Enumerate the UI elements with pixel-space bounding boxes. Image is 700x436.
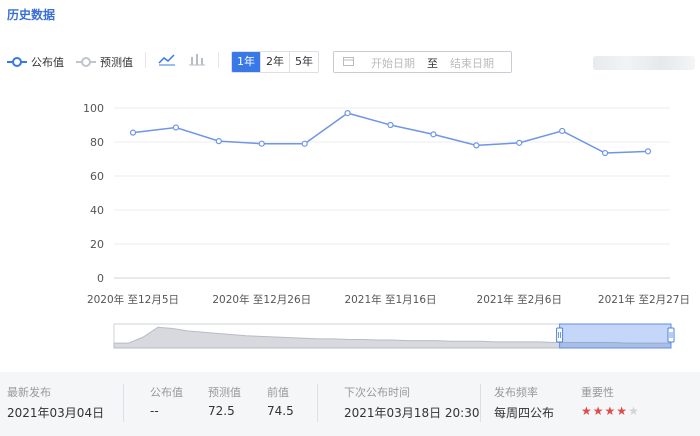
calendar-icon	[343, 57, 354, 66]
frequency-value: 每周四公布	[494, 406, 555, 420]
data-point	[644, 148, 652, 155]
actual-label: 公布值	[150, 386, 183, 399]
data-point	[344, 110, 351, 117]
legend-actual[interactable]: 公布值	[7, 54, 64, 70]
actual-value: --	[150, 404, 159, 418]
y-tick-label: 40	[90, 204, 104, 217]
navigator-handle[interactable]	[667, 327, 675, 343]
summary-footer: 最新发布 2021年03月04日 公布值 -- 预测值 72.5 前值 74.5…	[0, 372, 700, 436]
legend-actual-label: 公布值	[31, 56, 64, 69]
data-point	[473, 142, 480, 149]
line-chart-icon[interactable]	[158, 52, 176, 66]
data-point	[430, 131, 437, 138]
frequency-label: 发布频率	[494, 386, 538, 399]
forecast-value: 72.5	[208, 404, 235, 418]
star-filled-icon: ★	[592, 404, 605, 418]
range-navigator[interactable]	[113, 323, 675, 349]
page-title: 历史数据	[7, 8, 56, 22]
previous-label: 前值	[267, 386, 289, 399]
star-filled-icon: ★	[604, 404, 617, 418]
previous-value: 74.5	[267, 404, 294, 418]
data-point	[301, 140, 308, 147]
footer-divider	[317, 384, 318, 422]
next-release-label: 下次公布时间	[344, 386, 410, 399]
star-filled-icon: ★	[616, 404, 629, 418]
date-range-picker[interactable]: 开始日期 至 结束日期	[333, 51, 512, 73]
y-axis: 0 20 40 60 80 100	[83, 102, 104, 285]
footer-divider	[123, 384, 124, 422]
data-point	[516, 139, 523, 146]
latest-release-value: 2021年03月04日	[7, 406, 105, 420]
x-axis: 2020年 至12月5日 2020年 至12月26日 2021年 至1月16日 202…	[87, 293, 690, 306]
data-point	[258, 140, 265, 147]
legend-forecast-marker	[76, 57, 96, 67]
legend-actual-marker	[7, 57, 27, 67]
data-point	[215, 138, 222, 145]
x-tick-label: 2021年 至2月6日	[477, 293, 562, 306]
series-actual	[129, 110, 652, 157]
blurred-element	[593, 56, 695, 70]
start-date-input[interactable]: 开始日期	[371, 55, 415, 71]
series-line	[132, 112, 649, 154]
data-point	[601, 149, 609, 157]
latest-release-label: 最新发布	[7, 386, 51, 399]
period-1y-button[interactable]: 1年	[232, 52, 260, 72]
x-tick-label: 2021年 至2月27日	[598, 293, 690, 306]
data-point	[172, 124, 180, 131]
star-filled-icon: ★	[581, 404, 593, 418]
next-release-value: 2021年03月18日 20:30	[344, 406, 480, 420]
toolbar-divider	[145, 52, 146, 68]
legend-forecast[interactable]: 预测值	[76, 54, 133, 70]
period-5y-button[interactable]: 5年	[289, 52, 318, 72]
importance-stars: ★★★★★	[581, 404, 640, 418]
history-line-chart: 020406080100 2020年 至12月5日 2020年 至12月26日 20…	[83, 102, 690, 349]
y-tick-label: 100	[83, 102, 104, 115]
period-selector: 1年 2年 5年	[231, 51, 319, 73]
footer-divider	[480, 384, 481, 422]
chart-grid	[114, 107, 670, 279]
legend-forecast-label: 预测值	[100, 56, 133, 69]
importance-label: 重要性	[581, 386, 614, 399]
end-date-input[interactable]: 结束日期	[450, 55, 494, 71]
period-2y-button[interactable]: 2年	[260, 52, 289, 72]
star-empty-icon: ★	[628, 404, 640, 418]
navigator-handle[interactable]	[556, 327, 564, 343]
toolbar-divider	[218, 52, 219, 68]
y-tick-label: 80	[90, 136, 104, 149]
data-point	[387, 121, 394, 129]
navigator-selection	[559, 323, 672, 349]
forecast-label: 预测值	[208, 386, 241, 399]
y-tick-label: 60	[90, 170, 104, 183]
y-tick-label: 20	[90, 238, 104, 251]
x-tick-label: 2020年 至12月5日	[87, 293, 179, 306]
x-tick-label: 2021年 至1月16日	[344, 293, 436, 306]
y-tick-label: 0	[97, 272, 104, 285]
data-point	[129, 129, 137, 136]
x-tick-label: 2020年 至12月26日	[212, 293, 311, 306]
date-range-separator: 至	[427, 57, 438, 70]
data-point	[559, 127, 566, 135]
bar-chart-icon[interactable]	[188, 52, 206, 66]
